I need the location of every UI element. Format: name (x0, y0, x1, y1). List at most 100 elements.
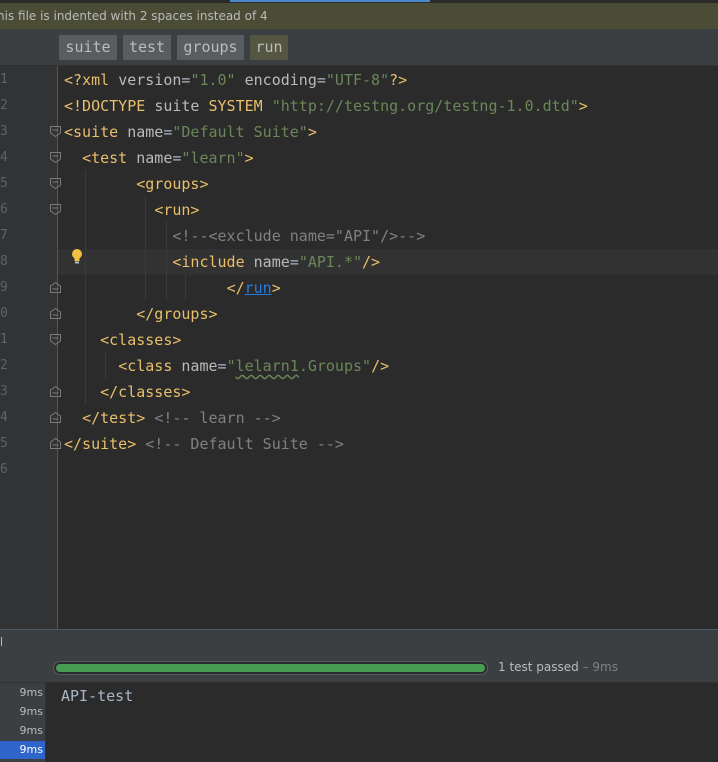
notification-text: his file is indented with 2 spaces inste… (0, 9, 268, 23)
code-token: <test (82, 149, 137, 167)
code-token: > (307, 123, 317, 141)
code-token: version (118, 71, 182, 89)
code-token: /> (362, 253, 381, 271)
line-number: 4 (0, 410, 8, 425)
code-editor[interactable]: 1 2 3 4 5 6 7 8 9 0 1 2 3 4 5 6 <?xml version = "1.0" enc… (0, 66, 718, 629)
code-line[interactable]: </run> (64, 275, 281, 301)
line-number: 2 (0, 358, 8, 373)
code-line[interactable]: <groups> (64, 171, 209, 197)
line-number: 1 (0, 72, 8, 87)
fold-end-icon[interactable] (50, 282, 61, 293)
code-token: "Default Suite" (172, 123, 308, 141)
fold-collapse-icon[interactable] (50, 178, 61, 189)
code-line[interactable]: <include name="API.*"/> (64, 249, 380, 275)
code-token: </suite> (64, 435, 137, 453)
code-line[interactable]: <!DOCTYPE suite SYSTEM "http://testng.or… (64, 93, 588, 119)
code-token: <include (172, 253, 254, 271)
line-number: 4 (0, 150, 8, 165)
fold-collapse-icon[interactable] (50, 204, 61, 215)
code-token: <!DOCTYPE (64, 97, 155, 115)
code-line[interactable]: </classes> (64, 379, 190, 405)
test-tree-row-selected[interactable]: 9ms (0, 741, 45, 759)
active-tab-indicator (230, 0, 430, 2)
code-line[interactable]: </test> <!-- learn --> (64, 405, 281, 431)
code-token: /> (371, 357, 390, 375)
code-line[interactable]: <class name="lelarn1.Groups"/> (64, 353, 389, 379)
test-tree-row[interactable]: 9ms (0, 703, 45, 721)
line-number: 6 (0, 202, 8, 217)
code-token: <?xml (64, 71, 119, 89)
line-number: 7 (0, 228, 8, 243)
run-panel-header (0, 629, 718, 654)
breadcrumb-groups[interactable]: groups (177, 35, 244, 60)
code-token: "1.0" (190, 71, 236, 89)
breadcrumb-test[interactable]: test (123, 35, 171, 60)
test-status: 1 test passed – 9ms (498, 654, 618, 680)
code-token: .Groups" (298, 357, 372, 375)
test-tree-row[interactable]: 9ms (0, 722, 45, 740)
code-token: = (289, 253, 299, 271)
line-number: 8 (0, 254, 8, 269)
code-token: <!--<exclude name="API"/>--> (172, 227, 426, 245)
code-token: > (578, 97, 588, 115)
code-token: name (136, 149, 173, 167)
console-output: API-test (61, 687, 134, 705)
code-token: name (181, 357, 218, 375)
code-token: </test> (82, 409, 146, 427)
test-results-panel: 9ms 9ms 9ms 9ms API-test (0, 683, 718, 762)
test-tree-row[interactable]: 9ms (0, 684, 45, 702)
code-token: </groups> (136, 305, 218, 323)
code-token: "UTF-8" (325, 71, 390, 89)
code-line[interactable]: </suite> <!-- Default Suite --> (64, 431, 344, 457)
code-line[interactable]: <?xml version="1.0" encoding="UTF-8"?> (64, 67, 407, 93)
code-token: = (217, 357, 227, 375)
code-token: " (226, 357, 236, 375)
line-number: 1 (0, 332, 8, 347)
code-token: <!-- Default Suite --> (145, 435, 344, 453)
code-token: run (244, 279, 272, 297)
line-number: 9 (0, 280, 8, 295)
fold-collapse-icon[interactable] (50, 126, 61, 137)
line-number: 3 (0, 124, 8, 139)
fold-end-icon[interactable] (50, 412, 61, 423)
code-token: SYSTEM (208, 97, 272, 115)
code-line[interactable]: <suite name="Default Suite"> (64, 119, 317, 145)
test-status-time: – 9ms (578, 660, 619, 674)
code-token: = (316, 71, 326, 89)
code-token: name (127, 123, 164, 141)
code-token: <groups> (136, 175, 209, 193)
code-line[interactable]: <run> (64, 197, 199, 223)
test-tree: 9ms 9ms 9ms 9ms (0, 683, 46, 762)
code-token: lelarn1 (235, 357, 299, 375)
fold-end-icon[interactable] (50, 308, 61, 319)
line-number: 0 (0, 306, 8, 321)
breadcrumb: suite test groups run (0, 29, 718, 66)
code-line[interactable]: <!--<exclude name="API"/>--> (64, 223, 425, 249)
fold-collapse-icon[interactable] (50, 334, 61, 345)
code-token: <run> (154, 201, 200, 219)
breadcrumb-suite[interactable]: suite (59, 35, 117, 60)
code-token: <suite (64, 123, 128, 141)
fold-end-icon[interactable] (50, 386, 61, 397)
code-line[interactable]: </groups> (64, 301, 218, 327)
code-token: name (253, 253, 290, 271)
test-progress-row: 1 test passed – 9ms (0, 654, 718, 683)
line-number: 6 (0, 462, 8, 477)
code-token: <!-- learn --> (154, 409, 281, 427)
line-number: 2 (0, 98, 8, 113)
code-token: </ (226, 279, 245, 297)
code-token: ?> (389, 71, 408, 89)
breadcrumb-run[interactable]: run (250, 35, 288, 60)
code-token: > (244, 149, 254, 167)
fold-collapse-icon[interactable] (50, 152, 61, 163)
fold-end-icon[interactable] (50, 438, 61, 449)
code-token: "http://testng.org/testng-1.0.dtd" (271, 97, 579, 115)
line-number: 3 (0, 384, 8, 399)
code-line[interactable]: <test name="learn"> (64, 145, 254, 171)
test-status-label: 1 test passed (498, 660, 579, 674)
code-token: "API.*" (298, 253, 363, 271)
panel-edge-mark (1, 637, 2, 646)
code-line[interactable]: <classes> (64, 327, 181, 353)
